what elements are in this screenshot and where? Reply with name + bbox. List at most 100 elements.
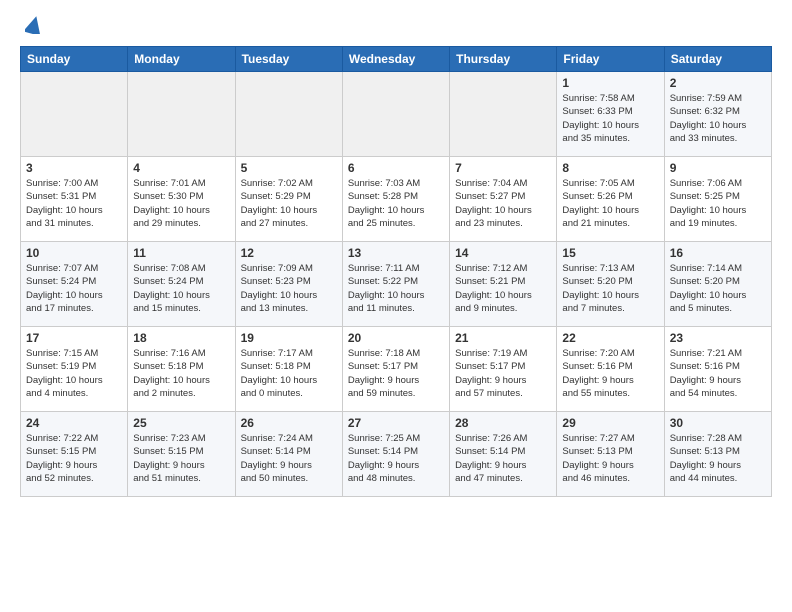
calendar-cell: 16Sunrise: 7:14 AM Sunset: 5:20 PM Dayli…	[664, 242, 771, 327]
calendar-week-4: 17 Sunrise: 7:15 AM Sunset: 5:19 PM Dayli…	[21, 327, 772, 412]
day-info: Sunrise: 7:17 AM Sunset: 5:18 PM Dayligh…	[241, 347, 337, 400]
calendar-week-3: 10 Sunrise: 7:07 AM Sunset: 5:24 PM Dayli…	[21, 242, 772, 327]
day-number: 14	[455, 246, 551, 260]
calendar-cell: 24 Sunrise: 7:22 AM Sunset: 5:15 PM Dayli…	[21, 412, 128, 497]
weekday-header-wednesday: Wednesday	[342, 47, 449, 72]
calendar-cell: 9 Sunrise: 7:06 AM Sunset: 5:25 PM Daylig…	[664, 157, 771, 242]
day-info: Sunrise: 7:01 AM Sunset: 5:30 PM Dayligh…	[133, 177, 229, 230]
day-info: Sunrise: 7:28 AM Sunset: 5:13 PM Dayligh…	[670, 432, 766, 485]
day-number: 18	[133, 331, 229, 345]
calendar-cell: 20 Sunrise: 7:18 AM Sunset: 5:17 PM Dayli…	[342, 327, 449, 412]
day-info: Sunrise: 7:19 AM Sunset: 5:17 PM Dayligh…	[455, 347, 551, 400]
day-number: 26	[241, 416, 337, 430]
calendar-cell: 27 Sunrise: 7:25 AM Sunset: 5:14 PM Dayli…	[342, 412, 449, 497]
weekday-header-friday: Friday	[557, 47, 664, 72]
day-number: 22	[562, 331, 658, 345]
weekday-header-sunday: Sunday	[21, 47, 128, 72]
calendar-cell: 26 Sunrise: 7:24 AM Sunset: 5:14 PM Dayli…	[235, 412, 342, 497]
day-info: Sunrise: 7:04 AM Sunset: 5:27 PM Dayligh…	[455, 177, 551, 230]
day-info: Sunrise: 7:09 AM Sunset: 5:23 PM Dayligh…	[241, 262, 337, 315]
calendar-cell: 11 Sunrise: 7:08 AM Sunset: 5:24 PM Dayli…	[128, 242, 235, 327]
calendar-cell	[128, 72, 235, 157]
calendar-cell: 15 Sunrise: 7:13 AM Sunset: 5:20 PM Dayli…	[557, 242, 664, 327]
day-number: 10	[26, 246, 122, 260]
day-number: 3	[26, 161, 122, 175]
calendar-cell: 29 Sunrise: 7:27 AM Sunset: 5:13 PM Dayli…	[557, 412, 664, 497]
calendar-week-1: 1Sunrise: 7:58 AM Sunset: 6:33 PM Daylig…	[21, 72, 772, 157]
calendar-cell	[450, 72, 557, 157]
day-number: 1	[562, 76, 658, 90]
day-number: 4	[133, 161, 229, 175]
calendar-header: SundayMondayTuesdayWednesdayThursdayFrid…	[21, 47, 772, 72]
day-number: 9	[670, 161, 766, 175]
day-info: Sunrise: 7:06 AM Sunset: 5:25 PM Dayligh…	[670, 177, 766, 230]
day-info: Sunrise: 7:12 AM Sunset: 5:21 PM Dayligh…	[455, 262, 551, 315]
calendar-cell: 7 Sunrise: 7:04 AM Sunset: 5:27 PM Daylig…	[450, 157, 557, 242]
day-number: 30	[670, 416, 766, 430]
day-number: 28	[455, 416, 551, 430]
day-info: Sunrise: 7:23 AM Sunset: 5:15 PM Dayligh…	[133, 432, 229, 485]
day-number: 2	[670, 76, 766, 90]
calendar-cell: 19 Sunrise: 7:17 AM Sunset: 5:18 PM Dayli…	[235, 327, 342, 412]
calendar-week-5: 24 Sunrise: 7:22 AM Sunset: 5:15 PM Dayli…	[21, 412, 772, 497]
calendar-cell: 1Sunrise: 7:58 AM Sunset: 6:33 PM Daylig…	[557, 72, 664, 157]
day-number: 8	[562, 161, 658, 175]
logo-triangle-icon	[25, 16, 43, 34]
calendar-cell: 18Sunrise: 7:16 AM Sunset: 5:18 PM Dayli…	[128, 327, 235, 412]
calendar-cell: 3 Sunrise: 7:00 AM Sunset: 5:31 PM Daylig…	[21, 157, 128, 242]
calendar-cell: 28 Sunrise: 7:26 AM Sunset: 5:14 PM Dayli…	[450, 412, 557, 497]
calendar-cell: 5 Sunrise: 7:02 AM Sunset: 5:29 PM Daylig…	[235, 157, 342, 242]
day-number: 24	[26, 416, 122, 430]
day-info: Sunrise: 7:08 AM Sunset: 5:24 PM Dayligh…	[133, 262, 229, 315]
calendar-cell: 12Sunrise: 7:09 AM Sunset: 5:23 PM Dayli…	[235, 242, 342, 327]
day-info: Sunrise: 7:26 AM Sunset: 5:14 PM Dayligh…	[455, 432, 551, 485]
logo	[20, 16, 43, 34]
day-info: Sunrise: 7:13 AM Sunset: 5:20 PM Dayligh…	[562, 262, 658, 315]
day-info: Sunrise: 7:11 AM Sunset: 5:22 PM Dayligh…	[348, 262, 444, 315]
calendar-cell: 17 Sunrise: 7:15 AM Sunset: 5:19 PM Dayli…	[21, 327, 128, 412]
weekday-header-thursday: Thursday	[450, 47, 557, 72]
calendar-cell	[342, 72, 449, 157]
weekday-header-row: SundayMondayTuesdayWednesdayThursdayFrid…	[21, 47, 772, 72]
day-number: 13	[348, 246, 444, 260]
day-number: 20	[348, 331, 444, 345]
day-number: 16	[670, 246, 766, 260]
day-number: 11	[133, 246, 229, 260]
day-number: 6	[348, 161, 444, 175]
day-info: Sunrise: 7:03 AM Sunset: 5:28 PM Dayligh…	[348, 177, 444, 230]
day-info: Sunrise: 7:00 AM Sunset: 5:31 PM Dayligh…	[26, 177, 122, 230]
weekday-header-tuesday: Tuesday	[235, 47, 342, 72]
day-number: 5	[241, 161, 337, 175]
calendar-cell: 21Sunrise: 7:19 AM Sunset: 5:17 PM Dayli…	[450, 327, 557, 412]
day-info: Sunrise: 7:18 AM Sunset: 5:17 PM Dayligh…	[348, 347, 444, 400]
calendar-cell: 13 Sunrise: 7:11 AM Sunset: 5:22 PM Dayli…	[342, 242, 449, 327]
day-number: 27	[348, 416, 444, 430]
day-number: 7	[455, 161, 551, 175]
day-info: Sunrise: 7:07 AM Sunset: 5:24 PM Dayligh…	[26, 262, 122, 315]
day-info: Sunrise: 7:59 AM Sunset: 6:32 PM Dayligh…	[670, 92, 766, 145]
day-number: 17	[26, 331, 122, 345]
calendar-cell: 10 Sunrise: 7:07 AM Sunset: 5:24 PM Dayli…	[21, 242, 128, 327]
calendar-cell: 4 Sunrise: 7:01 AM Sunset: 5:30 PM Daylig…	[128, 157, 235, 242]
weekday-header-saturday: Saturday	[664, 47, 771, 72]
calendar-cell: 2 Sunrise: 7:59 AM Sunset: 6:32 PM Daylig…	[664, 72, 771, 157]
calendar-cell: 30 Sunrise: 7:28 AM Sunset: 5:13 PM Dayli…	[664, 412, 771, 497]
calendar-cell: 22Sunrise: 7:20 AM Sunset: 5:16 PM Dayli…	[557, 327, 664, 412]
calendar-week-2: 3 Sunrise: 7:00 AM Sunset: 5:31 PM Daylig…	[21, 157, 772, 242]
page: SundayMondayTuesdayWednesdayThursdayFrid…	[0, 0, 792, 513]
weekday-header-monday: Monday	[128, 47, 235, 72]
day-number: 23	[670, 331, 766, 345]
day-info: Sunrise: 7:22 AM Sunset: 5:15 PM Dayligh…	[26, 432, 122, 485]
day-number: 15	[562, 246, 658, 260]
day-info: Sunrise: 7:02 AM Sunset: 5:29 PM Dayligh…	[241, 177, 337, 230]
day-info: Sunrise: 7:05 AM Sunset: 5:26 PM Dayligh…	[562, 177, 658, 230]
calendar-cell: 6 Sunrise: 7:03 AM Sunset: 5:28 PM Daylig…	[342, 157, 449, 242]
day-info: Sunrise: 7:24 AM Sunset: 5:14 PM Dayligh…	[241, 432, 337, 485]
day-number: 29	[562, 416, 658, 430]
day-info: Sunrise: 7:25 AM Sunset: 5:14 PM Dayligh…	[348, 432, 444, 485]
calendar-cell	[21, 72, 128, 157]
day-number: 19	[241, 331, 337, 345]
calendar-cell: 23Sunrise: 7:21 AM Sunset: 5:16 PM Dayli…	[664, 327, 771, 412]
day-info: Sunrise: 7:15 AM Sunset: 5:19 PM Dayligh…	[26, 347, 122, 400]
day-info: Sunrise: 7:27 AM Sunset: 5:13 PM Dayligh…	[562, 432, 658, 485]
